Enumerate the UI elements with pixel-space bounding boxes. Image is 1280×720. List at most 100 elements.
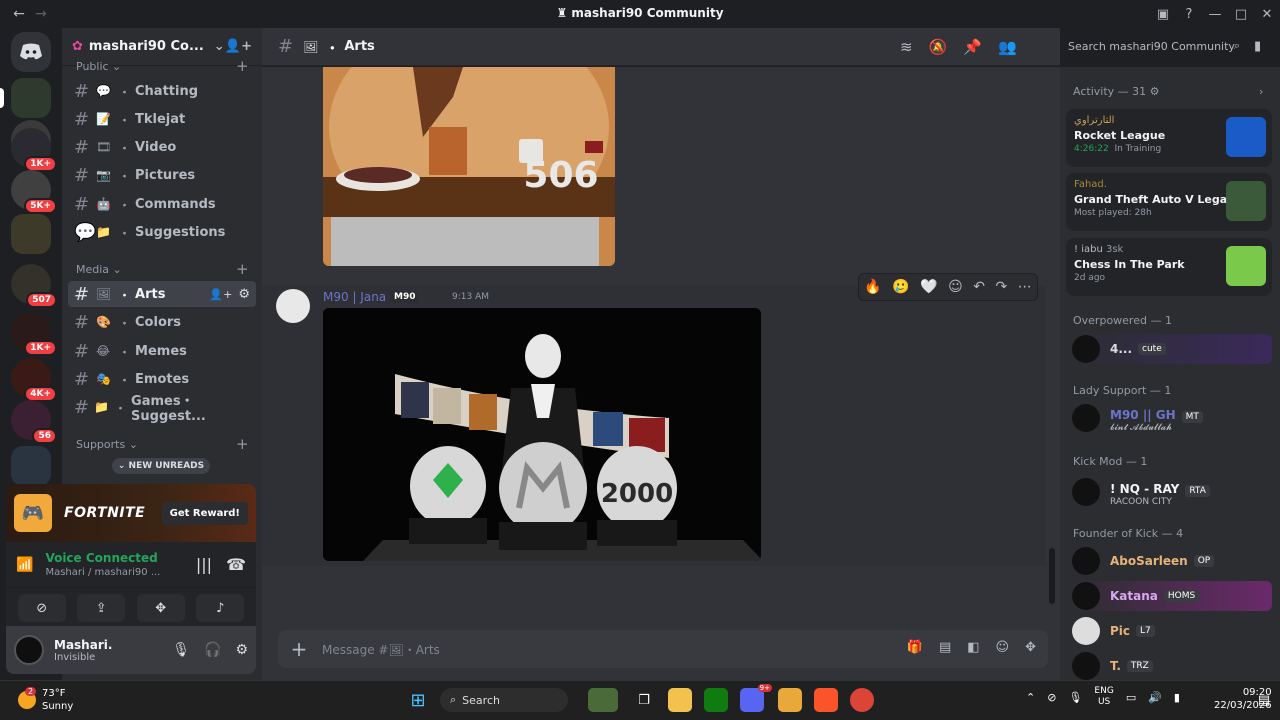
scrollbar[interactable] (1049, 548, 1055, 604)
invite-icon[interactable]: 👤+ (209, 288, 232, 301)
windows-start-icon[interactable]: ⊞ (406, 688, 430, 712)
task-view-icon[interactable]: ❐ (632, 688, 656, 712)
category-public[interactable]: Public ⌄ + (76, 57, 249, 75)
heart-reaction-icon[interactable]: 🤍 (920, 279, 937, 295)
battery-icon[interactable]: ▮ (1174, 691, 1180, 704)
close-icon[interactable]: ✕ (1254, 0, 1280, 28)
member-item[interactable]: Pic L7 (1072, 616, 1155, 646)
discord-taskbar-icon[interactable]: 9+ (740, 684, 772, 712)
pin-icon[interactable]: 📌 (963, 38, 982, 56)
new-unreads-pill[interactable]: ⌄ NEW UNREADS (112, 458, 210, 474)
avatar[interactable] (276, 289, 310, 323)
channel-colors[interactable]: # 🎨 ・ Colors (68, 309, 256, 335)
smile-reaction-icon[interactable]: 🥲 (892, 279, 909, 295)
composer-placeholder[interactable]: Message #🖼・Arts (322, 641, 440, 658)
widgets-icon[interactable] (588, 688, 618, 712)
minimize-icon[interactable]: — (1202, 0, 1228, 28)
reply-icon[interactable]: ↶ (973, 279, 985, 295)
server-icon[interactable]: 1K+ (11, 312, 57, 356)
server-folder[interactable] (11, 214, 51, 254)
network-icon[interactable]: ▭ (1126, 691, 1136, 704)
channel-video[interactable]: # 🎞 ・ Video (68, 134, 256, 160)
activity-card[interactable]: ! iabu 3sk Chess In The Park 2d ago (1066, 238, 1272, 296)
channel-emotes[interactable]: # 🎭 ・ Emotes (68, 366, 256, 392)
member-item[interactable]: AboSarleen OP (1072, 546, 1215, 576)
search-input[interactable]: Search mashari90 Community ⌕ (1062, 37, 1246, 57)
server-icon[interactable]: 1K+ (11, 128, 57, 172)
message-author[interactable]: M90 | Jana (323, 290, 386, 304)
gear-icon[interactable]: ⚙ (1150, 85, 1160, 98)
server-icon[interactable]: 4K+ (11, 358, 57, 402)
channel-games-suggest[interactable]: # 📁 ・ Games・Suggest... (68, 394, 256, 424)
voice-connected-label[interactable]: Voice Connected (45, 551, 160, 565)
channel-pictures[interactable]: # 📷 ・ Pictures (68, 162, 256, 188)
create-channel-icon[interactable]: + (236, 435, 249, 453)
channel-arts[interactable]: # 🖼 ・ Arts 👤+ ⚙ (68, 281, 256, 307)
camera-off-icon[interactable]: ⊘ (17, 594, 66, 622)
gear-icon[interactable]: ⚙ (238, 287, 250, 302)
gear-icon[interactable]: ⚙ (235, 642, 248, 658)
chevron-right-icon[interactable]: › (1259, 85, 1263, 98)
chevron-up-icon[interactable]: ⌃ (1026, 691, 1035, 704)
server-icon[interactable] (11, 78, 51, 118)
inbox-icon[interactable]: ▮ (1254, 39, 1261, 54)
volume-icon[interactable]: 🔊 (1148, 691, 1162, 704)
inbox-icon[interactable]: ▣ (1150, 0, 1176, 28)
activity-card[interactable]: Fahad. Grand Theft Auto V Legacy Most pl… (1066, 173, 1272, 231)
message-timestamp[interactable]: 9:13 AM (452, 292, 489, 302)
notification-icon[interactable]: ▤ (1252, 688, 1276, 712)
member-item[interactable]: T. TRZ (1072, 651, 1153, 681)
soundboard-icon[interactable]: ♪ (196, 594, 245, 622)
channel-suggestions[interactable]: 💬 📁 ・ Suggestions (68, 219, 256, 245)
sticker-icon[interactable]: ◧ (967, 640, 979, 655)
upload-plus-icon[interactable]: + (284, 637, 314, 661)
member-item[interactable]: 4... cute (1066, 334, 1272, 364)
category-media[interactable]: Media ⌄ + (76, 260, 249, 278)
headphones-icon[interactable]: 🎧 (204, 642, 221, 658)
server-icon[interactable]: 5K+ (11, 170, 57, 214)
channel-commands[interactable]: # 🤖 ・ Commands (68, 191, 256, 217)
emoji-icon[interactable]: ☺ (996, 640, 1010, 655)
activities-icon[interactable]: ✥ (136, 594, 185, 622)
gift-icon[interactable]: 🎁 (907, 640, 923, 655)
microphone-icon[interactable]: 🎙 (172, 642, 190, 658)
server-folder[interactable] (11, 446, 51, 486)
voice-channel-label[interactable]: Mashari / mashari90 ... (45, 567, 160, 578)
artwork-image[interactable]: 2000 (323, 308, 761, 561)
artwork-image[interactable]: 506 (323, 67, 615, 266)
message-composer[interactable]: + Message #🖼・Arts 🎁 ▤ ◧ ☺ ✥ (278, 630, 1048, 668)
taskbar-search[interactable]: ⌕ Search (440, 688, 568, 712)
chrome-icon[interactable] (850, 688, 874, 712)
gif-icon[interactable]: ▤ (939, 640, 951, 655)
language-indicator[interactable]: ENG US (1094, 686, 1113, 708)
member-list-icon[interactable]: 👥 (998, 38, 1017, 56)
get-reward-button[interactable]: Get Reward! (161, 501, 248, 525)
member-item[interactable]: ! NQ - RAY RTA RACOON CITY (1072, 477, 1210, 507)
noise-suppression-icon[interactable]: ||| (196, 555, 212, 574)
xbox-app-icon[interactable] (704, 688, 728, 712)
server-icon[interactable]: 507 (11, 264, 57, 308)
create-channel-icon[interactable]: + (236, 57, 249, 75)
mute-icon[interactable]: 🔕 (929, 38, 948, 56)
forward-icon[interactable]: ↷ (995, 279, 1007, 295)
threads-icon[interactable]: ≋ (900, 38, 913, 56)
disconnect-icon[interactable]: ☎ (226, 555, 246, 574)
add-reaction-icon[interactable]: ☺ (948, 279, 963, 295)
server-icon[interactable]: 56 (11, 400, 57, 444)
apps-icon[interactable]: ✥ (1025, 640, 1036, 655)
create-channel-icon[interactable]: + (236, 260, 249, 278)
more-icon[interactable]: ⋯ (1018, 279, 1032, 295)
invite-icon[interactable]: 👤+ (225, 39, 252, 54)
help-icon[interactable]: ? (1176, 0, 1202, 28)
home-button[interactable] (11, 32, 51, 72)
category-supports[interactable]: Supports ⌄ + (76, 435, 249, 453)
channel-memes[interactable]: # 😂 ・ Memes (68, 338, 256, 364)
avatar[interactable] (14, 635, 44, 665)
member-item[interactable]: M90 || GH MT 𝓫𝓲𝓷𝓽 𝓐𝓫𝓭𝓾𝓵𝓵𝓪𝓱 (1072, 403, 1203, 433)
channel-tklejat[interactable]: # 📝 ・ Tklejat (68, 106, 256, 132)
fire-reaction-icon[interactable]: 🔥 (864, 279, 881, 295)
member-item[interactable]: Katana HOMS (1066, 581, 1272, 611)
file-explorer-icon[interactable] (668, 688, 692, 712)
channel-chatting[interactable]: # 💬 ・ Chatting (68, 78, 256, 104)
activity-card[interactable]: التارتراوي Rocket League 4:26:22 In Trai… (1066, 109, 1272, 167)
